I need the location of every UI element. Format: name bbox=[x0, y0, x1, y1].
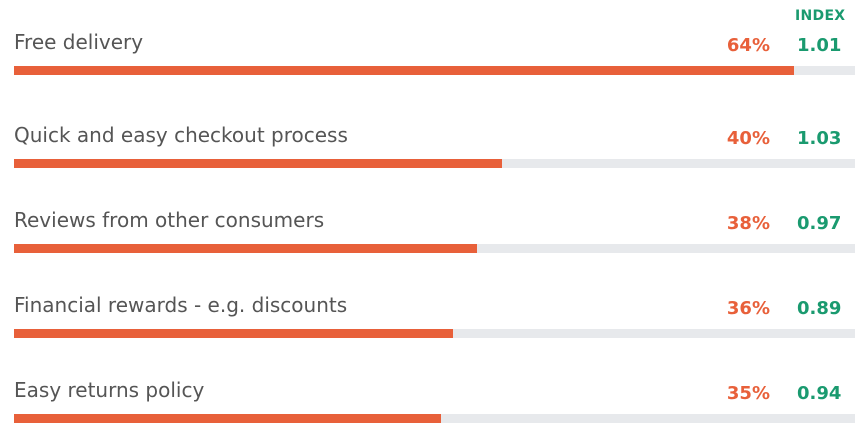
index-value: 1.03 bbox=[797, 128, 842, 149]
percent-label: 36% bbox=[726, 298, 770, 319]
index-value: 0.97 bbox=[797, 213, 842, 234]
category-label: Free delivery bbox=[14, 30, 144, 54]
bar-row: Quick and easy checkout process 40% 1.03 bbox=[0, 115, 862, 175]
percent-label: 38% bbox=[726, 213, 770, 234]
category-label: Easy returns policy bbox=[14, 378, 205, 402]
index-value: 1.01 bbox=[797, 35, 842, 56]
bar-row: Easy returns policy 35% 0.94 bbox=[0, 370, 862, 430]
bar-track bbox=[14, 66, 855, 75]
index-value: 0.89 bbox=[797, 298, 842, 319]
bar-row: Financial rewards - e.g. discounts 36% 0.8… bbox=[0, 285, 862, 345]
bar-fill bbox=[14, 329, 453, 338]
bar-row: Reviews from other consumers 38% 0.97 bbox=[0, 200, 862, 260]
bar-track bbox=[14, 414, 855, 423]
bar-fill bbox=[14, 414, 441, 423]
bar-fill bbox=[14, 66, 794, 75]
bar-chart: INDEX Free delivery 64% 1.01 Quick and easy… bbox=[0, 0, 862, 428]
category-label: Reviews from other consumers bbox=[14, 208, 325, 232]
bar-track bbox=[14, 244, 855, 253]
category-label: Financial rewards - e.g. discounts bbox=[14, 293, 348, 317]
bar-track bbox=[14, 329, 855, 338]
category-label: Quick and easy checkout process bbox=[14, 123, 348, 147]
index-value: 0.94 bbox=[797, 383, 842, 404]
percent-label: 35% bbox=[726, 383, 770, 404]
bar-fill bbox=[14, 244, 477, 253]
percent-label: 40% bbox=[726, 128, 770, 149]
bar-track bbox=[14, 159, 855, 168]
bar-row: Free delivery 64% 1.01 bbox=[0, 22, 862, 82]
bar-fill bbox=[14, 159, 502, 168]
percent-label: 64% bbox=[726, 35, 770, 56]
